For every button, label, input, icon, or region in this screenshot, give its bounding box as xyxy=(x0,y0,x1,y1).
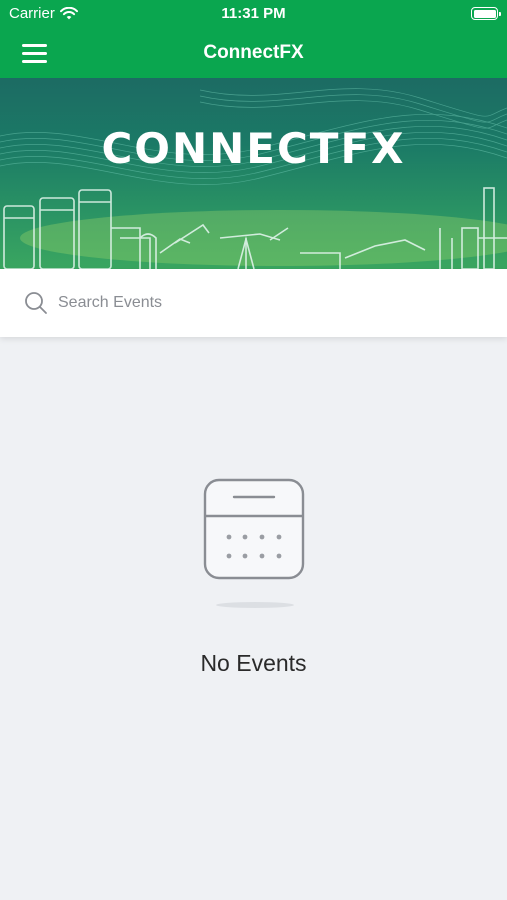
battery-icon xyxy=(471,7,501,20)
search-bar xyxy=(0,269,507,337)
status-bar: Carrier 11:31 PM xyxy=(0,0,507,28)
empty-state-shadow xyxy=(216,602,294,608)
header-banner: CONNECTFX xyxy=(0,78,507,269)
navigation-bar: ConnectFX xyxy=(0,28,507,78)
status-time: 11:31 PM xyxy=(221,5,286,22)
page-title: ConnectFX xyxy=(203,42,304,63)
banner-artwork xyxy=(0,88,507,269)
banner-logo-text: CONNECTFX xyxy=(101,124,406,173)
empty-state-message: No Events xyxy=(200,650,307,676)
search-events-input[interactable] xyxy=(58,287,478,319)
search-icon xyxy=(25,292,47,314)
calendar-icon xyxy=(203,478,305,580)
